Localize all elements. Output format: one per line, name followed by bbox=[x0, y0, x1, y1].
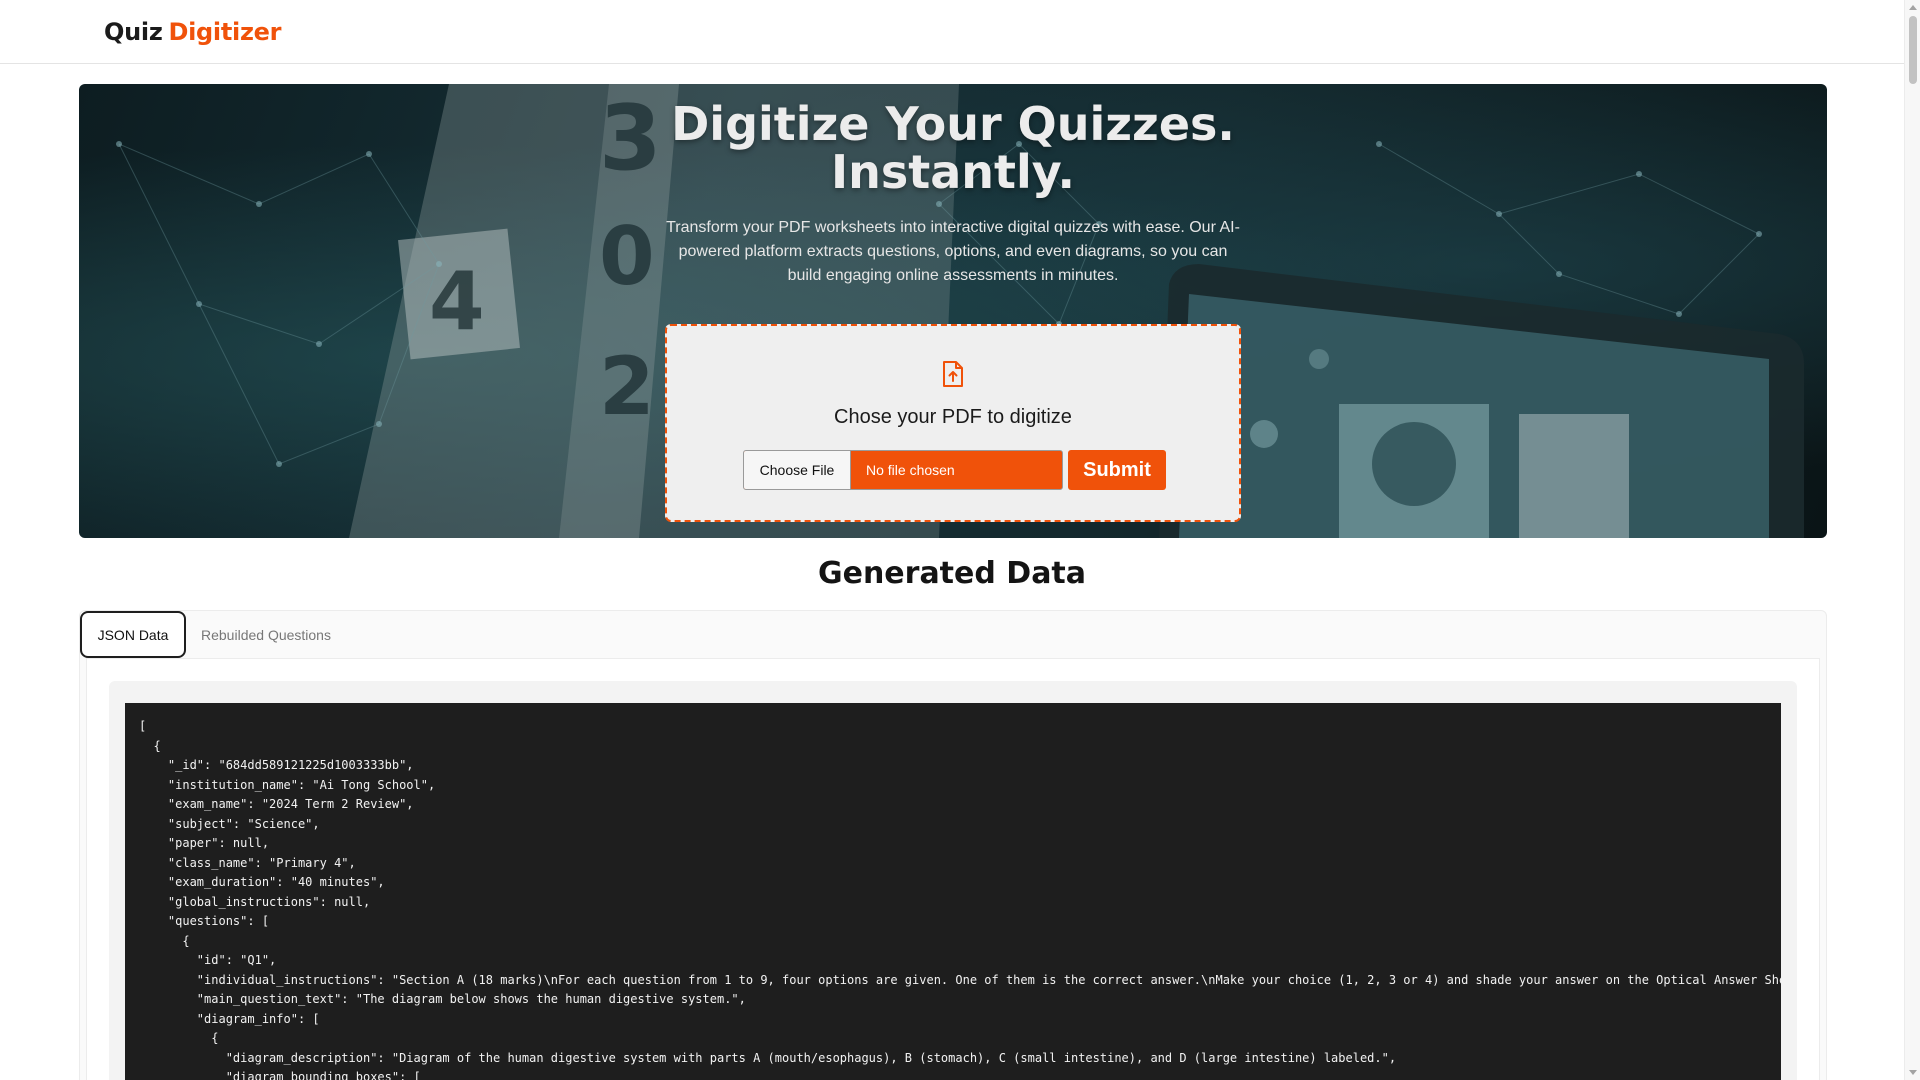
json-code-block[interactable]: [ { "_id": "684dd589121225d1003333bb", "… bbox=[125, 703, 1781, 1080]
json-code-line: "individual_instructions": "Section A (1… bbox=[139, 972, 1781, 987]
json-code-line: "diagram_bounding_boxes": [ bbox=[139, 1070, 421, 1080]
tab-json-data[interactable]: JSON Data bbox=[80, 611, 186, 658]
json-code-line: "questions": [ bbox=[139, 914, 270, 928]
file-name-display: No file chosen bbox=[866, 462, 955, 478]
scroll-down-arrow-icon[interactable] bbox=[1909, 1070, 1917, 1075]
json-code-line: { bbox=[139, 1031, 219, 1045]
json-code-line: "diagram_info": [ bbox=[139, 1011, 320, 1026]
json-code-line: "subject": "Science", bbox=[139, 816, 320, 831]
tab-content-panel: [ { "_id": "684dd589121225d1003333bb", "… bbox=[86, 658, 1820, 1080]
top-navbar: Quiz Digitizer bbox=[0, 0, 1904, 64]
page-scrollbar[interactable] bbox=[1904, 0, 1920, 1080]
json-code-line: "global_instructions": null, bbox=[139, 894, 371, 909]
brand-name-quiz: Quiz bbox=[104, 18, 163, 46]
pdf-file-input[interactable]: Choose File No file chosen bbox=[743, 450, 1063, 490]
json-output-container: [ { "_id": "684dd589121225d1003333bb", "… bbox=[109, 681, 1797, 1080]
hero-title: Digitize Your Quizzes. Instantly. bbox=[653, 100, 1253, 196]
file-upload-icon bbox=[943, 361, 963, 387]
hero-title-line-2: Instantly. bbox=[830, 145, 1075, 199]
json-code-line: "class_name": "Primary 4", bbox=[139, 855, 356, 870]
brand-logo[interactable]: Quiz Digitizer bbox=[104, 18, 281, 46]
svg-text:0: 0 bbox=[599, 210, 655, 303]
choose-file-button[interactable]: Choose File bbox=[744, 451, 851, 489]
svg-text:2: 2 bbox=[599, 340, 655, 433]
hero-title-line-1: Digitize Your Quizzes. bbox=[671, 97, 1235, 151]
upload-heading: Chose your PDF to digitize bbox=[834, 406, 1072, 428]
scrollbar-thumb[interactable] bbox=[1909, 16, 1917, 84]
brand-name-digitizer: Digitizer bbox=[168, 18, 282, 46]
submit-button[interactable]: Submit bbox=[1068, 450, 1166, 490]
tab-rebuilded-questions[interactable]: Rebuilded Questions bbox=[194, 611, 338, 658]
pdf-upload-dropzone[interactable]: Chose your PDF to digitize Choose File N… bbox=[665, 324, 1241, 522]
generated-data-tabs: JSON Data Rebuilded Questions [ { "_id":… bbox=[79, 610, 1827, 1080]
hero-banner: 3 0 2 4 Digitize Your Quizzes. Instantly… bbox=[79, 84, 1827, 538]
json-code-line: "institution_name": "Ai Tong School", bbox=[139, 777, 436, 792]
json-code-line: "main_question_text": "The diagram below… bbox=[139, 992, 746, 1006]
json-code-line: { bbox=[139, 933, 190, 948]
json-code-line: "id": "Q1", bbox=[139, 953, 277, 967]
json-code-line: [ bbox=[139, 719, 147, 733]
json-code-line: "exam_name": "2024 Term 2 Review", bbox=[139, 797, 414, 811]
json-code-line: "diagram_description": "Diagram of the h… bbox=[139, 1050, 1397, 1065]
json-code-line: "exam_duration": "40 minutes", bbox=[139, 875, 385, 889]
json-code-line: "_id": "684dd589121225d1003333bb", bbox=[139, 758, 414, 772]
json-code-line: { bbox=[139, 738, 161, 753]
hero-description: Transform your PDF worksheets into inter… bbox=[666, 219, 1240, 284]
scroll-up-arrow-icon[interactable] bbox=[1909, 5, 1917, 10]
json-code-line: "paper": null, bbox=[139, 836, 270, 850]
generated-data-title: Generated Data bbox=[817, 556, 1087, 591]
